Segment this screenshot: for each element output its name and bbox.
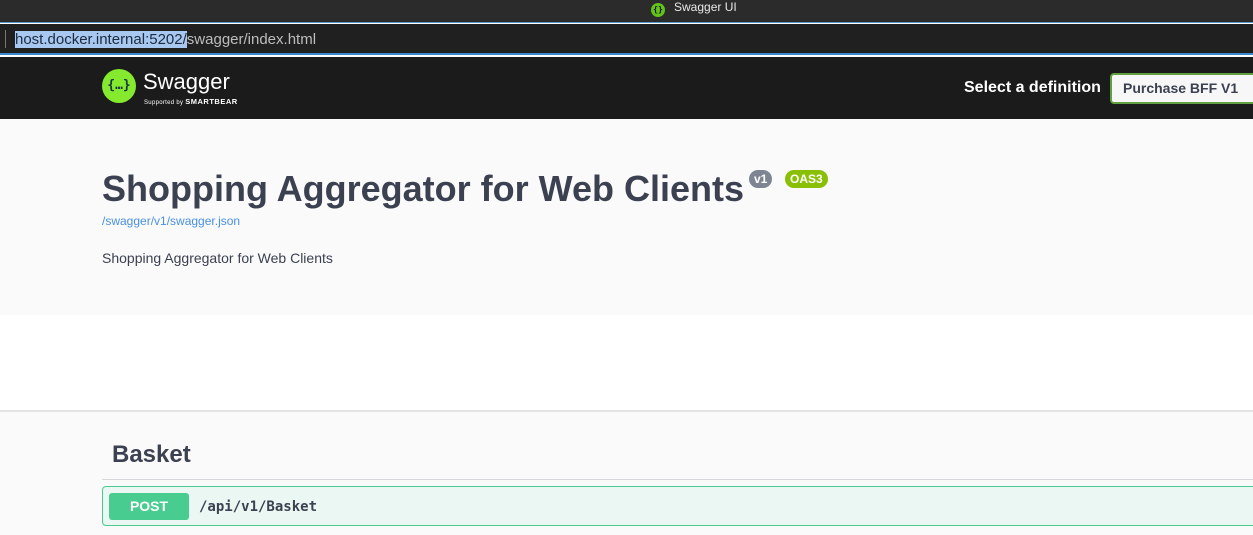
- definition-label: Select a definition: [964, 79, 1101, 96]
- logo-sub-brand: SMARTBEAR: [185, 97, 238, 106]
- swagger-favicon-icon: {}: [651, 3, 665, 17]
- address-bar[interactable]: host.docker.internal:5202/swagger/index.…: [0, 24, 1253, 55]
- api-info-section: Shopping Aggregator for Web Clients v1 O…: [0, 119, 1253, 315]
- swagger-logo-icon[interactable]: {…}: [102, 69, 136, 103]
- text-caret: [5, 30, 6, 48]
- logo-sub-prefix: Supported by: [144, 100, 184, 106]
- operation-path: /api/v1/Basket: [199, 499, 318, 515]
- swagger-logo-text[interactable]: Swagger: [143, 69, 230, 95]
- browser-title-bar: {} Swagger UI: [0, 0, 1253, 23]
- swagger-logo-subtitle: Supported by SMARTBEAR: [144, 98, 238, 107]
- api-description: Shopping Aggregator for Web Clients: [102, 250, 333, 266]
- opblock-post-basket[interactable]: POST /api/v1/Basket: [102, 486, 1253, 526]
- swagger-topbar: {…} Swagger Supported by SMARTBEAR Selec…: [0, 57, 1253, 119]
- method-badge-post: POST: [109, 493, 189, 520]
- api-title: Shopping Aggregator for Web Clients: [102, 168, 744, 209]
- oas-badge: OAS3: [785, 170, 828, 188]
- spec-json-link[interactable]: /swagger/v1/swagger.json: [102, 214, 240, 228]
- window-title: Swagger UI: [674, 0, 737, 14]
- url-selected-host: host.docker.internal:5202/: [15, 31, 187, 48]
- url-path: swagger/index.html: [186, 31, 317, 48]
- definition-select[interactable]: Purchase BFF V1: [1110, 73, 1253, 104]
- version-badge: v1: [749, 170, 773, 188]
- url-field[interactable]: host.docker.internal:5202/swagger/index.…: [15, 31, 316, 49]
- tag-basket-header[interactable]: Basket: [112, 441, 191, 469]
- tag-underline: [102, 479, 1253, 480]
